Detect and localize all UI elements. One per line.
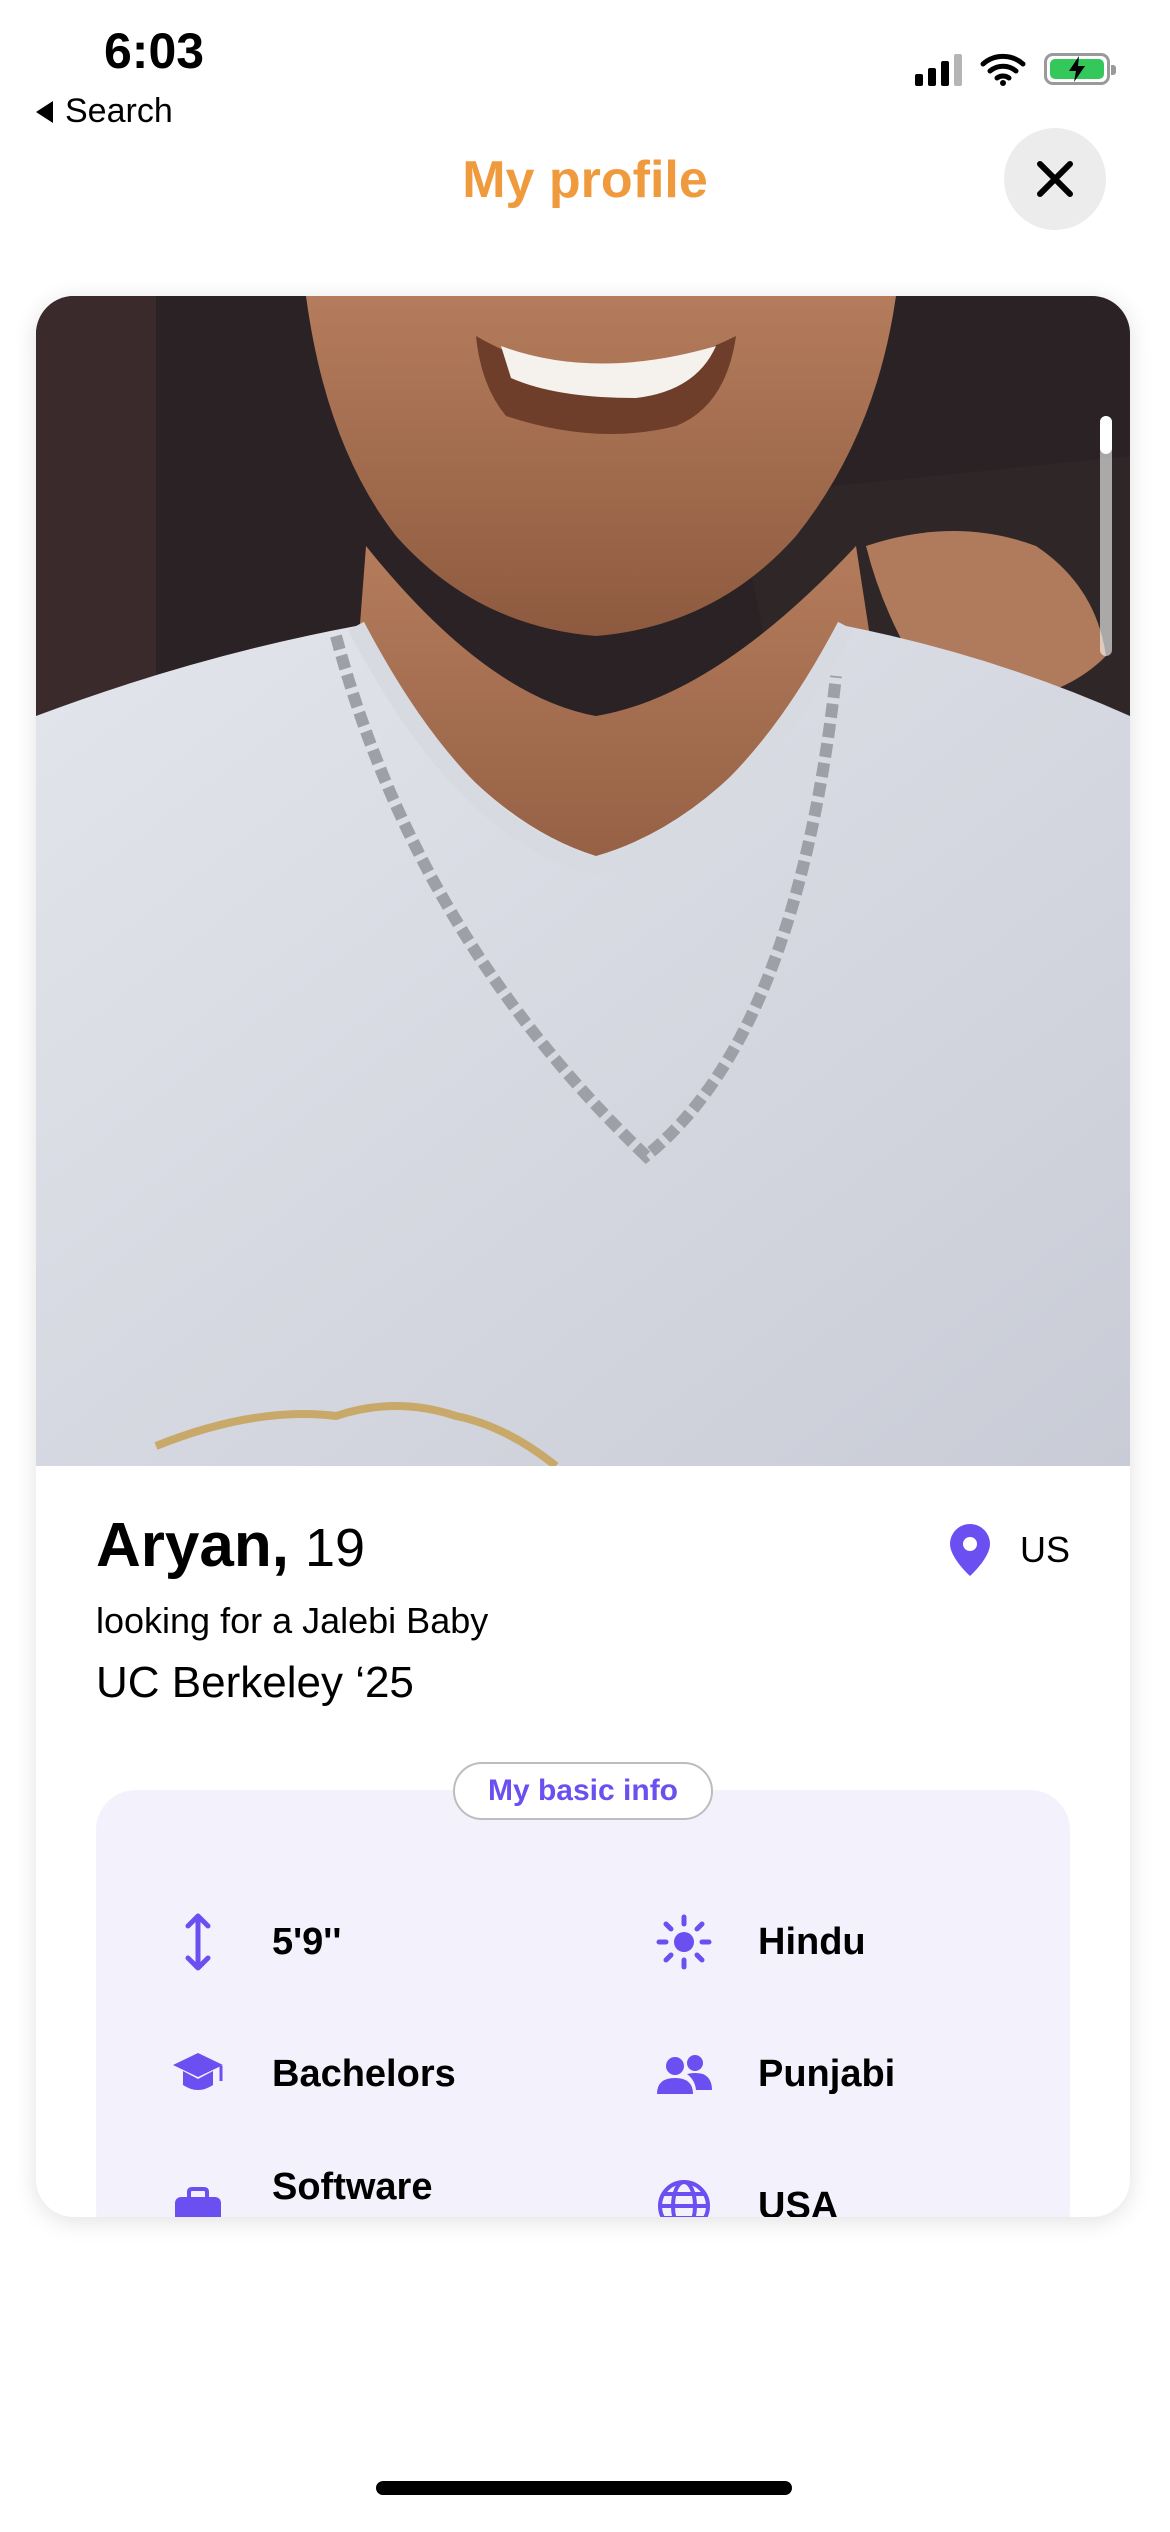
profile-name: Aryan,	[96, 1511, 289, 1580]
profile-info: Aryan, 19 US looking for a Jalebi Baby U…	[36, 1466, 1130, 2217]
attr-community: Punjabi	[652, 2042, 895, 2106]
basic-info-panel	[96, 1790, 1070, 2217]
sun-icon	[652, 1910, 716, 1974]
graduation-cap-icon	[166, 2042, 230, 2106]
profile-school: UC Berkeley ‘25	[96, 1658, 414, 1707]
attr-height: 5'9''	[166, 1910, 341, 1974]
attr-religion: Hindu	[652, 1910, 866, 1974]
height-icon	[166, 1910, 230, 1974]
attr-occupation-text: Software Engineer	[272, 2166, 435, 2217]
photo-scroll-indicator	[1100, 416, 1112, 656]
status-icons	[915, 52, 1116, 86]
back-label: Search	[65, 92, 173, 130]
close-icon	[1037, 161, 1073, 197]
wifi-icon	[980, 53, 1026, 86]
attr-community-text: Punjabi	[758, 2053, 896, 2095]
attr-religion-text: Hindu	[758, 1921, 866, 1963]
location-badge: US	[949, 1524, 1070, 1576]
profile-photo[interactable]	[36, 296, 1130, 1466]
home-indicator[interactable]	[376, 2481, 792, 2495]
location-pin-icon	[949, 1524, 990, 1576]
attr-education-text: Bachelors	[272, 2053, 456, 2095]
profile-tagline: looking for a Jalebi Baby	[96, 1600, 489, 1641]
back-to-search-link[interactable]: Search	[36, 92, 173, 131]
profile-age: 19	[304, 1518, 366, 1578]
basic-info-label: My basic info	[453, 1762, 713, 1820]
status-bar: 6:03 Search	[0, 0, 1170, 140]
close-button[interactable]	[1004, 128, 1106, 230]
briefcase-icon	[166, 2178, 230, 2217]
battery-charging-icon	[1044, 53, 1116, 85]
page-title: My profile	[462, 151, 708, 209]
attr-height-text: 5'9''	[272, 1921, 342, 1963]
attr-occupation: Software Engineer	[166, 2164, 462, 2217]
back-arrow-icon	[36, 100, 53, 123]
people-icon	[652, 2042, 716, 2106]
status-time: 6:03	[104, 23, 205, 79]
profile-card[interactable]: Aryan, 19 US looking for a Jalebi Baby U…	[36, 296, 1130, 2217]
attr-education: Bachelors	[166, 2042, 456, 2106]
location-text: US	[1019, 1529, 1070, 1570]
globe-icon	[652, 2174, 716, 2217]
attr-country-text: USA	[758, 2185, 839, 2217]
name-age-row: Aryan, 19	[96, 1510, 365, 1581]
attr-country: USA	[652, 2174, 838, 2217]
cellular-signal-icon	[915, 52, 962, 86]
